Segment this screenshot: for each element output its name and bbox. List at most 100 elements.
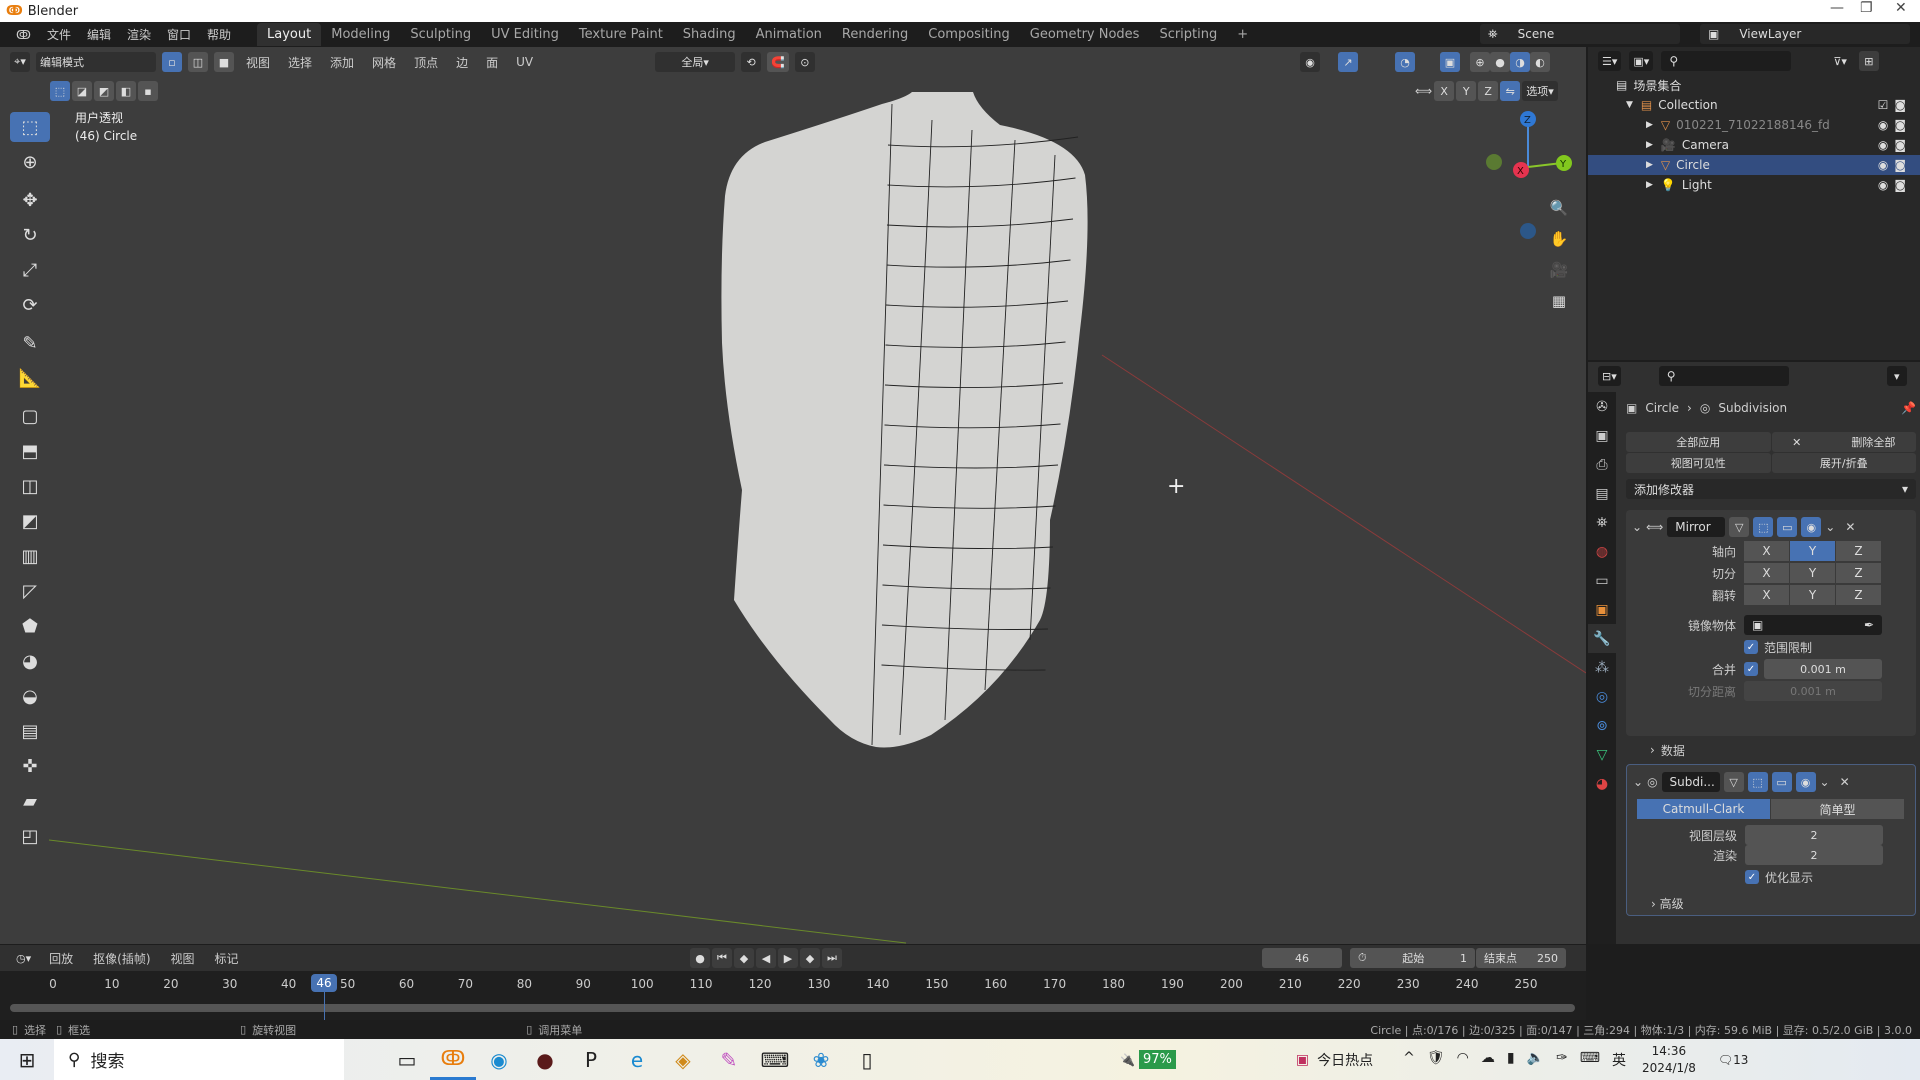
zoom-icon[interactable]: 🔍 — [1546, 195, 1572, 221]
pin-icon[interactable]: 📌 — [1901, 401, 1916, 415]
remove-modifier-icon[interactable]: ✕ — [1845, 520, 1855, 534]
render-camera-icon[interactable]: ◙ — [1894, 118, 1912, 132]
tab-texture-paint[interactable]: Texture Paint — [569, 23, 673, 46]
editor-type-button[interactable]: ⌖▾ — [10, 52, 30, 72]
menu-vertex[interactable]: 顶点 — [408, 54, 444, 71]
clock[interactable]: 14:36 2024/1/8 — [1642, 1043, 1696, 1077]
edge-slide-icon[interactable]: ▤ — [10, 716, 50, 746]
minimize-button[interactable]: — — [1830, 0, 1844, 16]
editor-type-icon[interactable]: ◷▾ — [12, 948, 36, 968]
dropdown-icon[interactable]: ⌄ — [1820, 775, 1830, 789]
outliner-row[interactable]: ▶ 🎥 Camera ◉◙ — [1588, 135, 1920, 155]
menu-view[interactable]: 视图 — [240, 54, 276, 71]
physics-icon[interactable]: ◎ — [1588, 682, 1616, 711]
render-icon[interactable]: ◉ — [1801, 517, 1822, 537]
shrink-fatten-icon[interactable]: ✜ — [10, 751, 50, 781]
particles-icon[interactable]: ⁂ — [1588, 653, 1616, 682]
visibility-eye-icon[interactable]: ◉ — [1878, 178, 1894, 192]
render-camera-icon[interactable]: ◙ — [1894, 98, 1912, 112]
jump-start-icon[interactable]: ⏮ — [712, 948, 732, 968]
select-extend-icon[interactable]: ◪ — [72, 81, 92, 101]
keyboard-app-icon[interactable]: ⌨ — [752, 1039, 798, 1080]
merge-checkbox[interactable]: ✓ — [1744, 662, 1758, 676]
outliner-search-input[interactable]: ⚲ — [1661, 51, 1792, 71]
news-widget[interactable]: ▣ 今日热点 — [1296, 1050, 1373, 1070]
edit-mode-cage-icon[interactable]: ▽ — [1723, 772, 1744, 792]
edit-mode-icon[interactable]: ⬚ — [1747, 772, 1768, 792]
transform-icon[interactable]: ⟳ — [10, 290, 50, 320]
filter-layer-icon[interactable]: ▣▾ — [1629, 51, 1654, 71]
visibility-eye-icon[interactable]: ◉ — [1878, 138, 1894, 152]
simple-button[interactable]: 简单型 — [1771, 799, 1905, 819]
battery-indicator[interactable]: 🔌 97% — [1120, 1050, 1176, 1069]
current-frame-field[interactable]: 46 — [1262, 948, 1342, 968]
view-layer-icon[interactable]: ▤ — [1588, 479, 1616, 508]
render-camera-icon[interactable]: ◙ — [1894, 178, 1912, 192]
security-icon[interactable]: 🛡 — [1427, 1050, 1445, 1070]
playhead[interactable]: 46 — [311, 974, 338, 992]
menu-select[interactable]: 选择 — [282, 54, 318, 71]
app-icon[interactable]: ● — [522, 1039, 568, 1080]
xray-toggle-icon[interactable]: ▣ — [1440, 52, 1460, 72]
menu-view[interactable]: 视图 — [165, 950, 201, 967]
new-collection-icon[interactable]: ⊞ — [1858, 51, 1879, 71]
orientation-selector[interactable]: 全局 ▾ — [655, 52, 736, 72]
world-icon[interactable]: ◍ — [1588, 537, 1616, 566]
eyedropper-icon[interactable]: ✒ — [1864, 618, 1874, 632]
axis-y-toggle[interactable]: Y — [1790, 541, 1836, 561]
tab-modeling[interactable]: Modeling — [321, 23, 400, 46]
bisect-z-toggle[interactable]: Z — [1836, 563, 1882, 583]
render-camera-icon[interactable]: ◙ — [1894, 158, 1912, 172]
play-reverse-icon[interactable]: ◀ — [756, 948, 776, 968]
flip-x-toggle[interactable]: X — [1744, 585, 1790, 605]
expand-arrow-icon[interactable]: ▶ — [1646, 140, 1653, 150]
spin-icon[interactable]: ◕ — [10, 646, 50, 676]
realtime-icon[interactable]: ▭ — [1771, 772, 1792, 792]
flip-z-toggle[interactable]: Z — [1836, 585, 1882, 605]
exclude-checkbox[interactable]: ☑ — [1878, 98, 1895, 112]
expand-arrow-icon[interactable]: ▶ — [1646, 120, 1653, 130]
menu-help[interactable]: 帮助 — [199, 26, 239, 43]
select-new-icon[interactable]: ⬚ — [50, 81, 70, 101]
loop-cut-icon[interactable]: ▥ — [10, 541, 50, 571]
scene-icon[interactable]: ⛯ — [1588, 508, 1616, 537]
mode-selector[interactable]: 编辑模式 — [36, 52, 156, 72]
task-view-icon[interactable]: ▭ — [384, 1039, 430, 1080]
outliner-row[interactable]: ▶ ▽ Circle ◉◙ — [1588, 155, 1920, 175]
move-icon[interactable]: ✥ — [10, 185, 50, 215]
bisect-y-toggle[interactable]: Y — [1790, 563, 1836, 583]
knife-icon[interactable]: ◸ — [10, 576, 50, 606]
overlay-toggle-icon[interactable]: ◔ — [1395, 52, 1415, 72]
expand-arrow-icon[interactable]: ▼ — [1626, 100, 1633, 110]
rip-icon[interactable]: ◰ — [10, 821, 50, 851]
options-dropdown[interactable]: 选项 ▾ — [1522, 81, 1558, 101]
tab-shading[interactable]: Shading — [673, 23, 746, 46]
volume-icon[interactable]: 🔈 — [1527, 1050, 1544, 1070]
wifi-icon[interactable]: ◠ — [1457, 1050, 1469, 1070]
viewport-levels-field[interactable]: 2 — [1745, 825, 1883, 845]
dropdown-icon[interactable]: ⌄ — [1825, 520, 1835, 534]
shear-icon[interactable]: ▰ — [10, 786, 50, 816]
filter-icon[interactable]: ⊽▾ — [1829, 51, 1851, 71]
smooth-icon[interactable]: ◒ — [10, 681, 50, 711]
pivot-icon[interactable]: ⟲ — [741, 52, 762, 72]
merge-distance-field[interactable]: 0.001 m — [1764, 659, 1882, 679]
visibility-eye-icon[interactable]: ◉ — [1878, 118, 1894, 132]
edit-mode-cage-icon[interactable]: ▽ — [1729, 517, 1750, 537]
add-modifier-dropdown[interactable]: 添加修改器 ▾ — [1626, 479, 1916, 499]
collection-icon[interactable]: ▭ — [1588, 566, 1616, 595]
cloud-app-icon[interactable]: ❀ — [798, 1039, 844, 1080]
editor-type-icon[interactable]: ⊟▾ — [1598, 366, 1621, 386]
expand-collapse-button[interactable]: 展开/折叠 — [1771, 453, 1916, 473]
perspective-grid-icon[interactable]: ▦ — [1546, 288, 1572, 314]
face-select-button[interactable]: ■ — [214, 52, 234, 72]
render-icon[interactable]: ▣ — [1588, 421, 1616, 450]
outliner-row[interactable]: ▶ 💡 Light ◉◙ — [1588, 175, 1920, 195]
keyboard-icon[interactable]: ⌨ — [1580, 1050, 1600, 1070]
render-icon[interactable]: ◉ — [1795, 772, 1816, 792]
menu-window[interactable]: 窗口 — [159, 26, 199, 43]
pan-hand-icon[interactable]: ✋ — [1546, 226, 1572, 252]
menu-file[interactable]: 文件 — [39, 26, 79, 43]
realtime-icon[interactable]: ▭ — [1777, 517, 1798, 537]
tab-rendering[interactable]: Rendering — [832, 23, 918, 46]
